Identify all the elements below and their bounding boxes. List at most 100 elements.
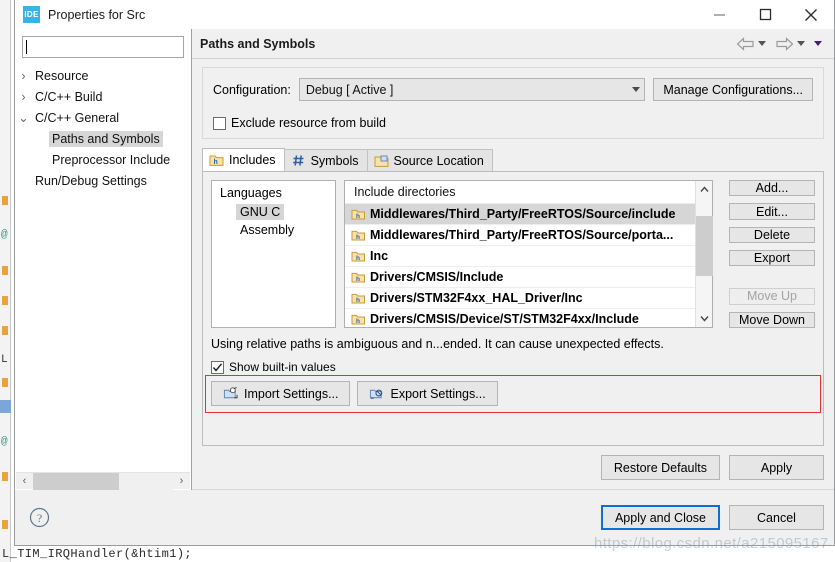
language-label: Assembly <box>240 223 295 237</box>
export-settings-label: Export Settings... <box>390 386 486 401</box>
export-button[interactable]: Export <box>729 250 815 267</box>
restore-defaults-button[interactable]: Restore Defaults <box>600 455 720 480</box>
close-button[interactable] <box>788 0 834 29</box>
maximize-button[interactable] <box>742 0 788 29</box>
page-navigation <box>736 36 826 51</box>
show-builtin-values-row[interactable]: Show built-in values <box>211 360 815 374</box>
apply-button[interactable]: Apply <box>729 455 824 480</box>
edit-button[interactable]: Edit... <box>729 203 815 220</box>
chevron-right-icon[interactable]: › <box>15 90 32 104</box>
show-builtin-values-checkbox[interactable] <box>211 360 224 374</box>
chevron-up-icon[interactable] <box>699 181 709 198</box>
include-row[interactable]: h Inc <box>345 245 695 266</box>
sidebar-item-label: Run/Debug Settings <box>35 173 147 188</box>
includes-tab-panel: Languages GNU C Assembly Include directo… <box>202 171 824 446</box>
dialog-body: › Resource › C/C++ Build ⌄ C/C++ General… <box>15 29 834 490</box>
include-folder-icon: h <box>350 228 366 242</box>
svg-text:h: h <box>356 276 360 283</box>
export-settings-icon <box>369 387 384 401</box>
folder-open-icon <box>374 154 389 168</box>
svg-text:h: h <box>356 234 360 241</box>
tab-label: Source Location <box>393 153 484 168</box>
export-settings-button[interactable]: Export Settings... <box>357 381 498 406</box>
sidebar-item-label: C/C++ General <box>35 110 120 125</box>
filter-input[interactable] <box>27 40 183 54</box>
include-row[interactable]: h Middlewares/Third_Party/FreeRTOS/Sourc… <box>345 224 695 245</box>
chevron-right-icon[interactable]: › <box>15 69 32 83</box>
sidebar-item-run-debug-settings[interactable]: Run/Debug Settings <box>15 170 191 191</box>
arrow-right-icon[interactable] <box>775 36 794 51</box>
include-list-scrollbar[interactable] <box>695 181 713 327</box>
tab-symbols[interactable]: Symbols <box>283 149 368 171</box>
dialog-titlebar[interactable]: IDE Properties for Src <box>15 0 834 29</box>
settings-page-pane: Paths and Symbols Configuration: Debug [… <box>192 29 834 490</box>
settings-io-buttons: Import Settings... Export Settings... <box>211 381 815 406</box>
sidebar-item-paths-and-symbols[interactable]: Paths and Symbols <box>15 128 191 149</box>
scrollbar-thumb[interactable] <box>33 472 119 490</box>
chevron-down-icon[interactable] <box>758 41 766 46</box>
import-settings-button[interactable]: Import Settings... <box>211 381 351 406</box>
include-folder-icon: h <box>350 291 366 305</box>
help-question-icon[interactable]: ? <box>29 507 50 528</box>
include-row[interactable]: h Middlewares/Third_Party/FreeRTOS/Sourc… <box>345 203 695 224</box>
svg-text:h: h <box>356 297 360 304</box>
gutter-marker <box>2 326 8 335</box>
scrollbar-track[interactable] <box>33 472 173 490</box>
language-item-assembly[interactable]: Assembly <box>212 221 335 239</box>
include-row[interactable]: h Drivers/CMSIS/Include <box>345 266 695 287</box>
include-actions: Add... Edit... Delete Export Move Up Mov… <box>729 180 815 328</box>
chevron-down-icon[interactable] <box>797 41 805 46</box>
sidebar-item-cpp-general[interactable]: ⌄ C/C++ General <box>15 107 191 128</box>
apply-and-close-button[interactable]: Apply and Close <box>600 505 720 530</box>
tree-horizontal-scrollbar[interactable]: ‹ › <box>16 472 190 490</box>
gutter-text: L <box>1 354 8 366</box>
scrollbar-thumb[interactable] <box>695 216 713 276</box>
scroll-right-icon[interactable]: › <box>173 475 190 487</box>
svg-text:?: ? <box>37 511 42 525</box>
include-folder-icon: h <box>350 312 366 326</box>
ide-badge-icon: IDE <box>23 6 40 23</box>
scroll-left-icon[interactable]: ‹ <box>16 475 33 487</box>
show-builtin-values-label: Show built-in values <box>229 360 336 374</box>
chevron-down-icon[interactable] <box>699 310 709 327</box>
move-down-button[interactable]: Move Down <box>729 311 815 328</box>
configuration-label: Configuration: <box>213 82 291 97</box>
page-title: Paths and Symbols <box>200 36 316 51</box>
tab-includes[interactable]: h Includes <box>202 148 285 171</box>
language-item-gnu-c[interactable]: GNU C <box>212 203 335 221</box>
configuration-select[interactable]: Debug [ Active ] <box>298 78 646 101</box>
chevron-down-icon[interactable]: ⌄ <box>15 110 32 125</box>
scrollbar-track[interactable] <box>695 198 713 310</box>
gutter-annotation-icon: @ <box>1 229 8 241</box>
footer-buttons: Apply and Close Cancel <box>600 505 824 530</box>
configuration-row: Configuration: Debug [ Active ] Manage C… <box>213 78 813 101</box>
languages-list[interactable]: Languages GNU C Assembly <box>211 180 336 328</box>
include-row[interactable]: h Drivers/CMSIS/Device/ST/STM32F4xx/Incl… <box>345 308 695 327</box>
sidebar-item-resource[interactable]: › Resource <box>15 65 191 86</box>
filter-field-wrapper[interactable] <box>22 36 184 58</box>
include-path: Inc <box>370 249 389 263</box>
move-up-button[interactable]: Move Up <box>729 288 815 305</box>
delete-button[interactable]: Delete <box>729 226 815 244</box>
include-folder-icon: h <box>209 153 224 167</box>
svg-text:h: h <box>356 213 360 220</box>
chevron-down-filled-icon[interactable] <box>814 41 822 46</box>
tab-bar: h Includes Symbols Source Location <box>202 148 824 171</box>
exclude-resource-row[interactable]: Exclude resource from build <box>213 116 813 130</box>
minimize-button[interactable] <box>696 0 742 29</box>
exclude-resource-checkbox[interactable] <box>213 116 226 130</box>
include-directories-list[interactable]: Include directories h Middlewares/Third_… <box>345 181 695 327</box>
add-button[interactable]: Add... <box>729 180 815 197</box>
cancel-button[interactable]: Cancel <box>729 505 824 530</box>
arrow-left-icon[interactable] <box>736 36 755 51</box>
chevron-down-icon[interactable] <box>632 87 641 92</box>
sidebar-item-preprocessor-include[interactable]: Preprocessor Include <box>15 149 191 170</box>
tab-source-location[interactable]: Source Location <box>366 149 493 171</box>
tab-label: Symbols <box>310 153 359 168</box>
sidebar-item-cpp-build[interactable]: › C/C++ Build <box>15 86 191 107</box>
apply-button-row: Restore Defaults Apply <box>192 446 834 490</box>
gutter-marker <box>2 520 8 529</box>
include-row[interactable]: h Drivers/STM32F4xx_HAL_Driver/Inc <box>345 287 695 308</box>
manage-configurations-button[interactable]: Manage Configurations... <box>653 78 813 101</box>
